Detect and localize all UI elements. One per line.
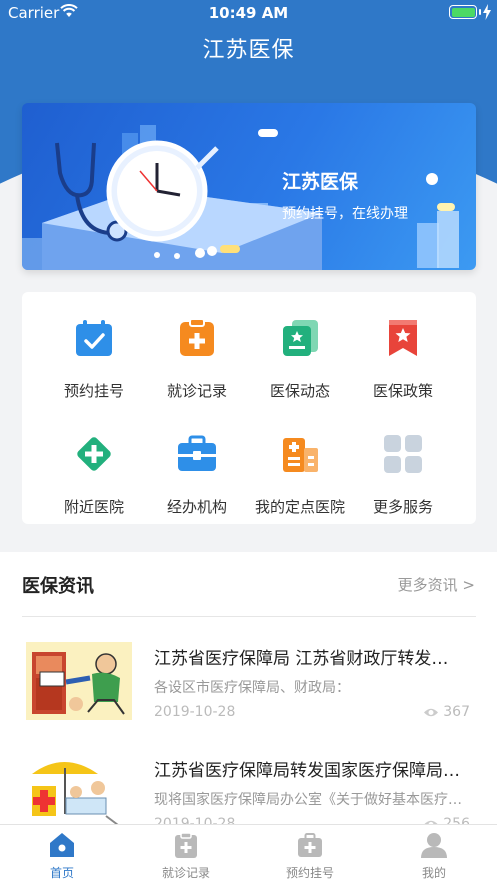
grid-label: 就诊记录 — [166, 382, 227, 400]
clock: 10:49 AM — [208, 4, 289, 22]
promo-banner[interactable]: 江苏医保 预约挂号，在线办理 — [22, 103, 476, 270]
news-date: 2019-10-28 — [154, 704, 236, 720]
banner-illustration — [22, 125, 459, 270]
tab-visit-records[interactable]: 就诊记录 — [124, 825, 248, 883]
tab-label: 预约挂号 — [285, 866, 334, 880]
news-summary: 各设区市医疗保障局、财政局： — [154, 680, 350, 696]
tab-label: 首页 — [49, 866, 74, 880]
service-grid: 预约挂号 就诊记录 医保动态 医保政策 附近医院 经办机构 我的定点医院 更多服… — [22, 292, 476, 524]
grid-item-my-designated-hospital[interactable]: 我的定点医院 — [248, 414, 352, 516]
user-icon — [421, 833, 447, 858]
clipboard-plus-icon — [175, 832, 197, 858]
grid-item-insurance-news[interactable]: 医保动态 — [248, 298, 352, 400]
grid-label: 预约挂号 — [63, 382, 124, 400]
eye-icon — [424, 708, 439, 717]
document-stack-icon — [283, 320, 318, 356]
diamond-plus-icon — [77, 437, 111, 471]
banner-subtitle: 预约挂号，在线办理 — [282, 206, 408, 222]
battery-cap — [479, 9, 481, 15]
toolbox-icon — [178, 435, 216, 471]
building-icon — [283, 438, 318, 472]
tab-bar: 首页 就诊记录 预约挂号 我的 — [0, 824, 497, 883]
news-headline: 江苏省医疗保障局转发国家医疗保障局办公室 — [154, 761, 464, 781]
more-news-link[interactable]: 更多资讯 > — [398, 574, 475, 595]
news-summary: 现将国家医疗保障局办公室《关于做好基本医疗保险 — [154, 792, 464, 808]
grid-item-nearby-hospitals[interactable]: 附近医院 — [42, 414, 146, 516]
grid-item-visit-records[interactable]: 就诊记录 — [145, 298, 249, 400]
section-title: 医保资讯 — [22, 576, 94, 597]
calendar-check-icon — [76, 320, 112, 356]
view-count: 367 — [423, 704, 470, 720]
grid-label: 我的定点医院 — [254, 498, 345, 516]
news-thumbnail — [26, 642, 132, 720]
tab-appointment[interactable]: 预约挂号 — [248, 825, 372, 883]
news-item[interactable]: 江苏省医疗保障局 江苏省财政厅转发国家医疗保障局 各设区市医疗保障局、财政局： … — [0, 642, 497, 742]
grid-label: 更多服务 — [372, 498, 433, 516]
news-section: 医保资讯 更多资讯 > 江苏省医疗保障局 江苏省财政厅转发国家医疗保障局 各设区… — [0, 552, 497, 842]
clipboard-plus-icon — [180, 318, 214, 356]
grid-icon — [384, 435, 422, 473]
tab-profile[interactable]: 我的 — [372, 825, 496, 883]
grid-item-more-services[interactable]: 更多服务 — [351, 414, 455, 516]
grid-item-insurance-policy[interactable]: 医保政策 — [351, 298, 455, 400]
news-thumbnail — [26, 754, 132, 832]
grid-label: 经办机构 — [166, 498, 227, 516]
status-bar: Carrier 10:49 AM — [0, 0, 497, 26]
grid-item-agencies[interactable]: 经办机构 — [145, 414, 249, 516]
charging-icon — [483, 4, 491, 20]
medical-kit-icon — [298, 833, 322, 857]
view-count-value: 367 — [443, 704, 470, 720]
banner-title: 江苏医保 — [282, 171, 359, 193]
news-headline: 江苏省医疗保障局 江苏省财政厅转发国家医疗保障局 — [154, 649, 464, 669]
divider — [22, 616, 476, 617]
grid-label: 附近医院 — [63, 498, 124, 516]
tab-label: 就诊记录 — [161, 866, 210, 880]
grid-label: 医保动态 — [269, 382, 330, 400]
tab-label: 我的 — [421, 866, 446, 880]
grid-item-appointment[interactable]: 预约挂号 — [42, 298, 146, 400]
grid-label: 医保政策 — [372, 382, 433, 400]
home-icon — [50, 833, 74, 857]
battery-icon — [449, 5, 477, 19]
bookmark-star-icon — [389, 320, 417, 356]
page-title: 江苏医保 — [202, 38, 295, 63]
tab-home[interactable]: 首页 — [0, 825, 124, 883]
